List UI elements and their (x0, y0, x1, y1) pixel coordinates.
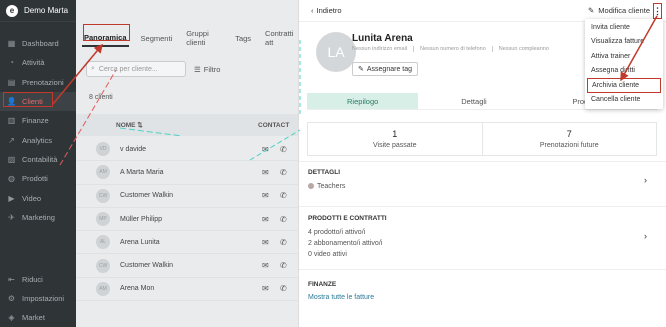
dashed-guide (59, 69, 117, 166)
dashed-guide (119, 127, 183, 137)
dashed-guide (249, 129, 301, 161)
annotation-arrows (52, 15, 658, 166)
arrow-to-archivia (620, 15, 658, 82)
arrow-to-panoramica (52, 43, 103, 105)
